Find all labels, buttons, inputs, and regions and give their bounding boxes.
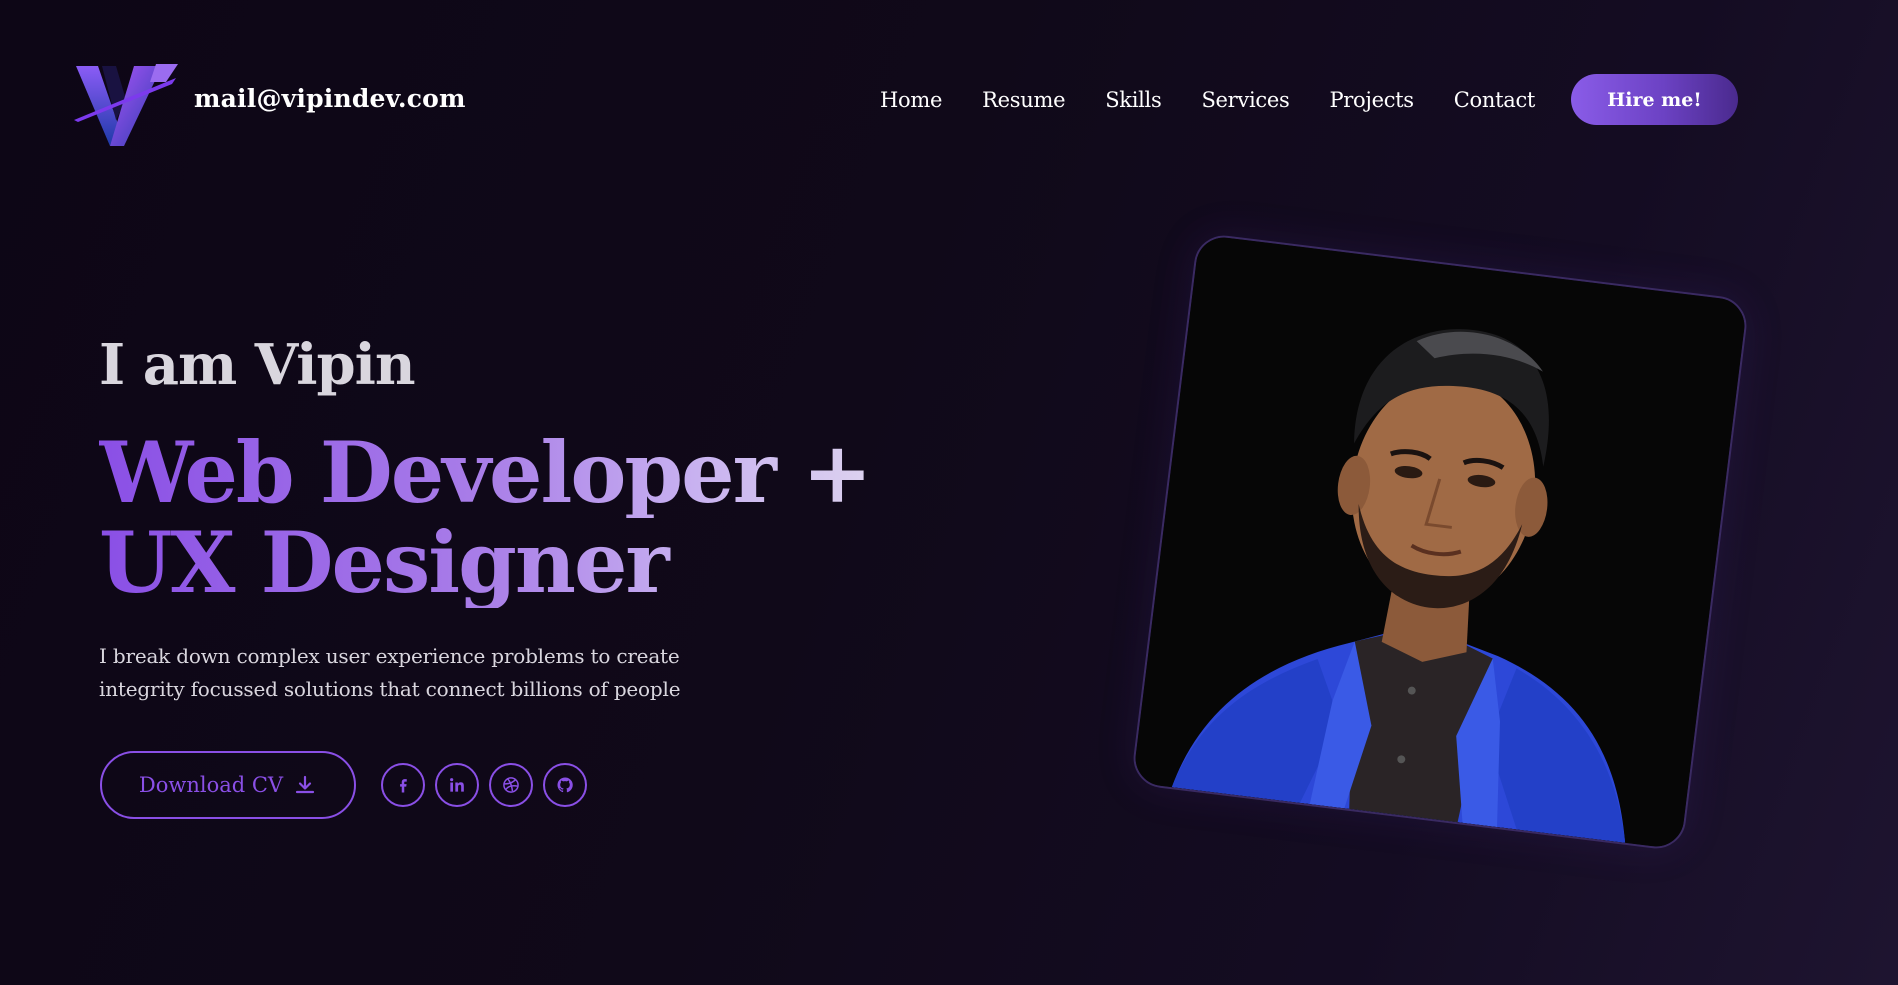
hero-description: I break down complex user experience pro…	[99, 640, 739, 706]
hire-me-button[interactable]: Hire me!	[1571, 74, 1738, 125]
nav-resume[interactable]: Resume	[982, 88, 1065, 112]
nav-services[interactable]: Services	[1201, 88, 1289, 112]
v-logo-icon[interactable]	[72, 60, 182, 152]
dribbble-icon[interactable]	[489, 763, 533, 807]
header-email[interactable]: mail@vipindev.com	[194, 84, 466, 113]
download-cv-button[interactable]: Download CV	[100, 751, 356, 819]
hero-role-heading: Web Developer + UX Designer	[99, 428, 959, 608]
facebook-icon[interactable]	[381, 763, 425, 807]
hero-intro: I am Vipin	[99, 332, 416, 398]
nav-projects[interactable]: Projects	[1329, 88, 1414, 112]
role-line-1: Web Developer +	[99, 428, 959, 518]
nav-contact[interactable]: Contact	[1454, 88, 1536, 112]
nav-skills[interactable]: Skills	[1105, 88, 1162, 112]
download-cv-label: Download CV	[138, 773, 284, 797]
linkedin-icon[interactable]	[435, 763, 479, 807]
github-icon[interactable]	[543, 763, 587, 807]
description-line-2: integrity focussed solutions that connec…	[99, 677, 681, 701]
role-line-2: UX Designer	[99, 518, 959, 608]
nav-home[interactable]: Home	[880, 88, 942, 112]
social-links	[381, 763, 587, 807]
site-header: mail@vipindev.com Home Resume Skills Ser…	[0, 0, 1898, 200]
download-icon	[293, 773, 317, 797]
description-line-1: I break down complex user experience pro…	[99, 644, 680, 668]
main-nav: Home Resume Skills Services Projects Con…	[880, 75, 1535, 125]
profile-photo	[1130, 232, 1750, 852]
